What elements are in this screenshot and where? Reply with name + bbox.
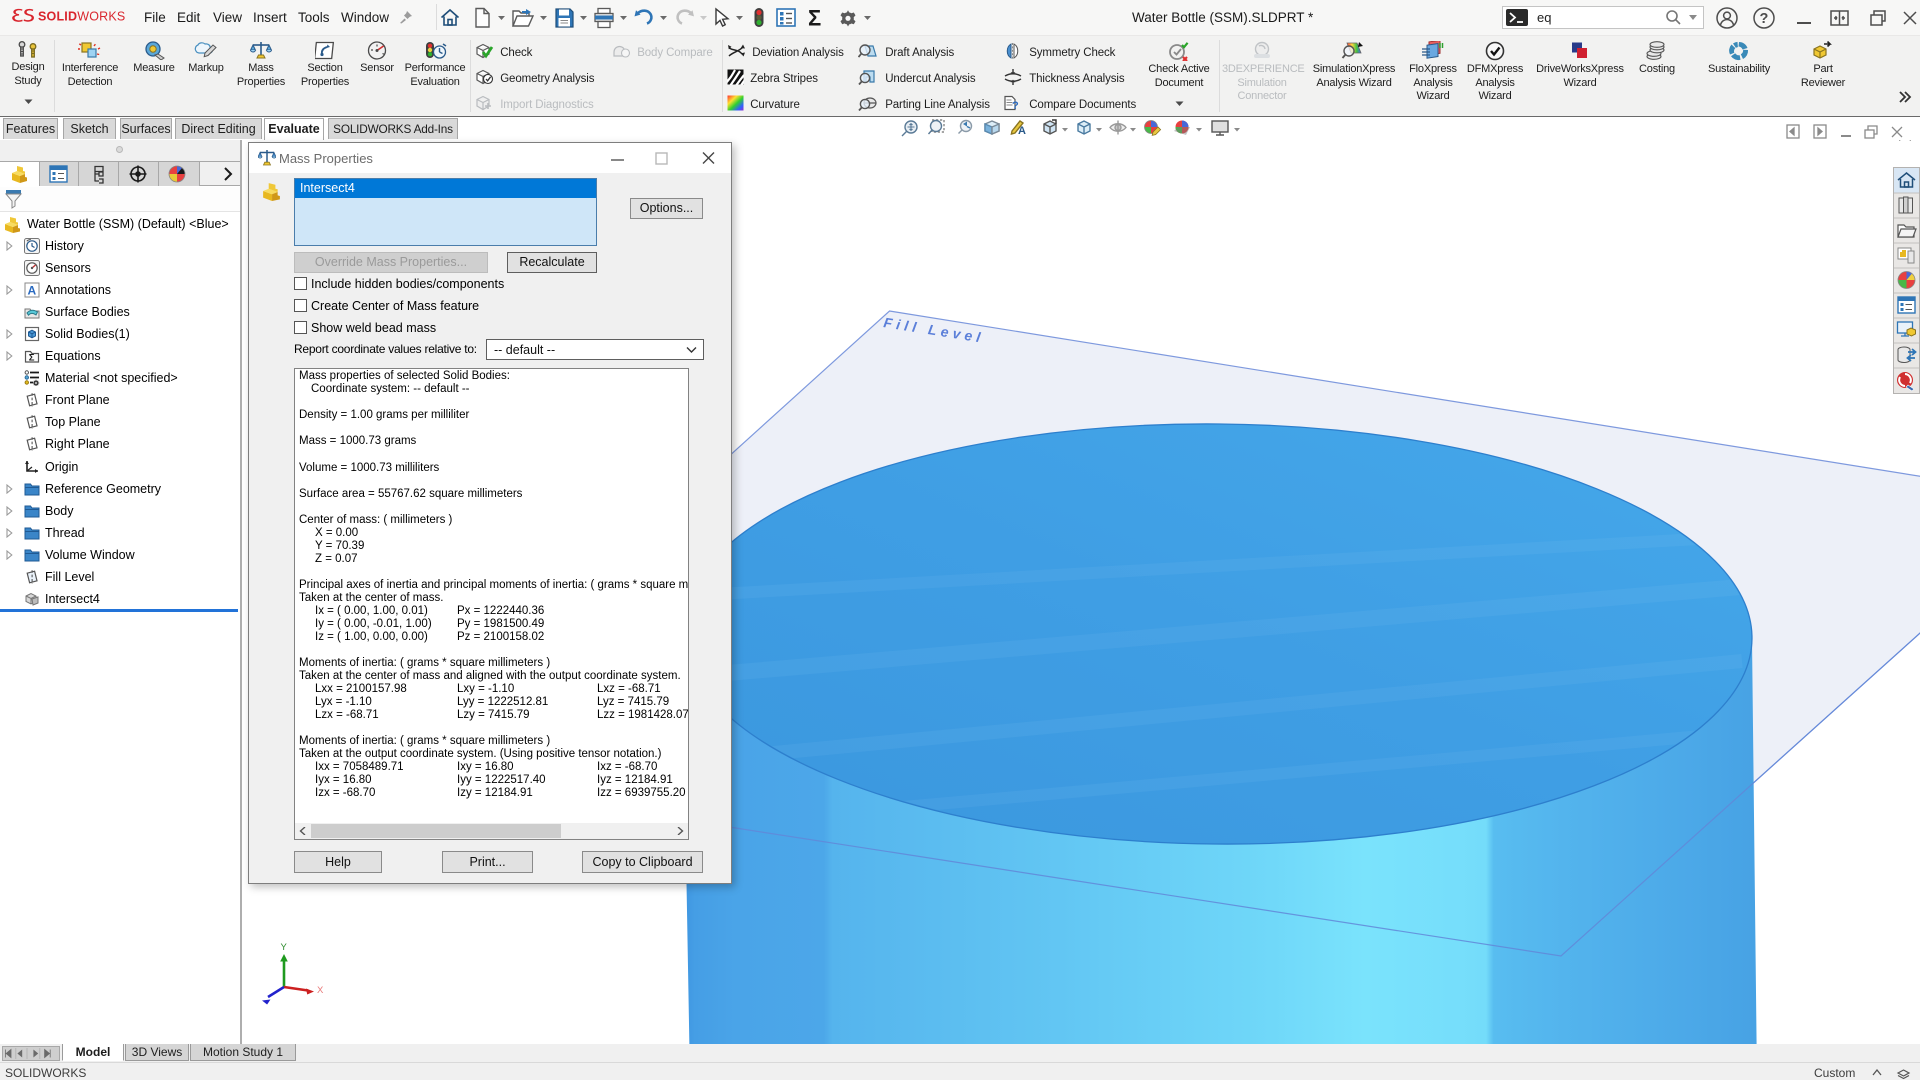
svg-text:?: ? [1012, 100, 1019, 111]
svg-text:?: ? [1760, 11, 1769, 27]
svg-text:Y: Y [281, 942, 288, 953]
svg-text:SOLIDWORKS: SOLIDWORKS [38, 10, 125, 24]
svg-text:A: A [1018, 125, 1026, 137]
svg-text:A: A [28, 284, 37, 298]
svg-text:X: X [317, 985, 324, 996]
svg-text:Σ: Σ [808, 7, 821, 29]
svg-text:Σ: Σ [29, 353, 35, 364]
